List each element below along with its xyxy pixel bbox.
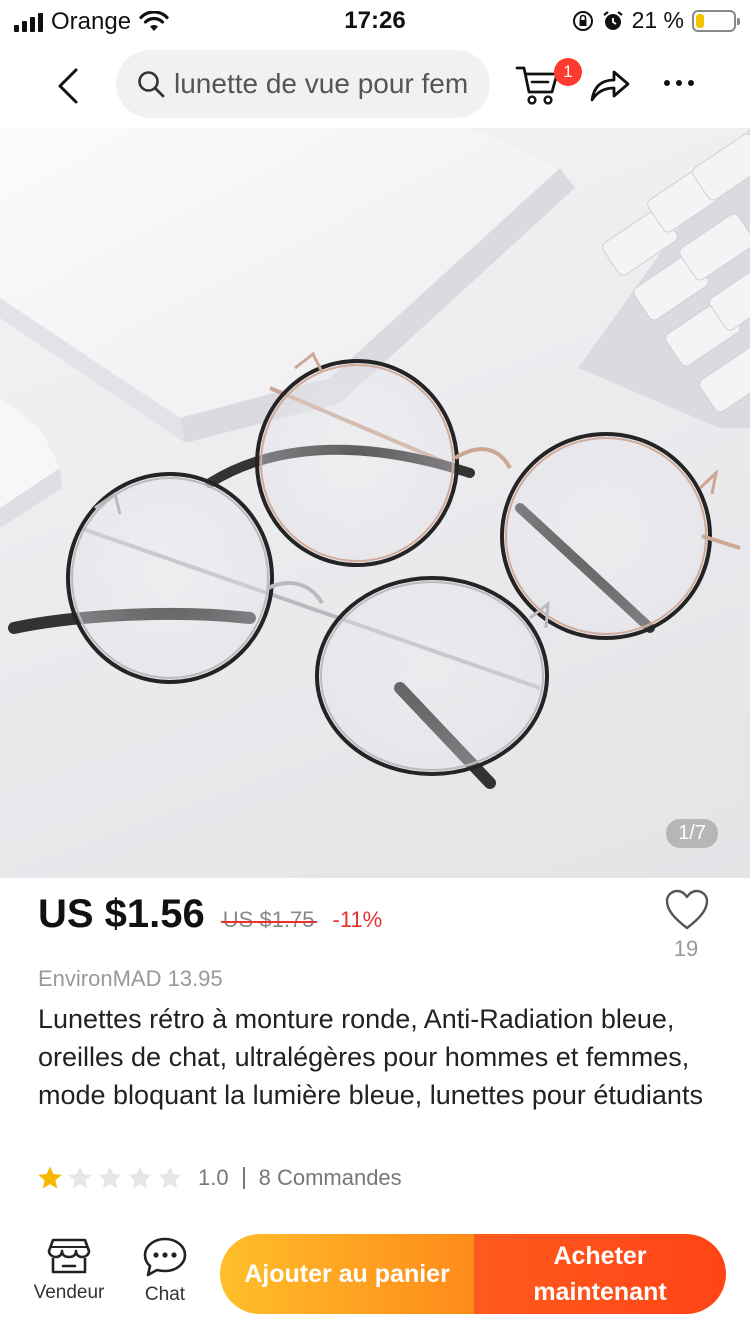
back-button[interactable] (48, 64, 88, 108)
store-icon (47, 1238, 91, 1274)
star-rating (36, 1164, 184, 1192)
rating-row[interactable]: 1.0 8 Commandes (36, 1164, 402, 1192)
cta-group: Ajouter au panier Acheter maintenant (220, 1234, 726, 1314)
more-dots-icon (664, 80, 670, 86)
battery-icon (692, 9, 740, 32)
bottom-action-bar: Vendeur Chat Ajouter au panier Acheter m… (0, 1226, 750, 1334)
star-filled-icon (38, 1166, 62, 1189)
share-icon (590, 70, 630, 102)
orders-count: 8 Commandes (258, 1165, 402, 1190)
status-bar: Orange 17:26 21 % (0, 0, 750, 44)
chat-bubble-icon (143, 1237, 187, 1277)
product-photo (0, 128, 750, 878)
wishlist-button[interactable] (664, 888, 710, 932)
original-price: US $1.75 (220, 907, 317, 932)
image-counter: 1/7 (666, 819, 718, 848)
orientation-lock-icon (572, 10, 593, 31)
store-name[interactable]: EnvironMAD 13.95 (38, 966, 223, 992)
chat-label: Chat (144, 1284, 186, 1305)
star-empty-icon (98, 1166, 122, 1189)
star-empty-icon (158, 1166, 182, 1189)
product-image-carousel[interactable]: 1/7 (0, 128, 750, 878)
share-button[interactable] (588, 66, 632, 106)
star-empty-icon (128, 1166, 152, 1189)
chat-button[interactable]: Chat (132, 1236, 198, 1318)
top-nav: 1 (0, 44, 750, 128)
star-empty-icon (68, 1166, 92, 1189)
price-row: US $1.56 US $1.75 -11% (38, 892, 382, 937)
battery-percent: 21 % (631, 7, 684, 33)
vendor-label: Vendeur (33, 1282, 105, 1303)
product-title: Lunettes rétro à monture ronde, Anti-Rad… (38, 1004, 703, 1110)
search-input[interactable] (174, 68, 484, 100)
battery-level (696, 13, 704, 28)
current-price: US $1.56 (38, 892, 205, 936)
separator (242, 1167, 245, 1189)
add-to-cart-button[interactable]: Ajouter au panier (220, 1234, 474, 1314)
search-icon (138, 71, 165, 98)
vendor-button[interactable]: Vendeur (24, 1236, 114, 1318)
alarm-icon (602, 10, 623, 30)
status-right: 21 % (572, 7, 740, 34)
search-bar[interactable] (116, 50, 490, 118)
cart-count-badge: 1 (554, 58, 582, 86)
rating-value: 1.0 (198, 1165, 229, 1190)
wishlist-count: 19 (673, 936, 699, 961)
discount-badge: -11% (332, 907, 383, 932)
buy-now-button[interactable]: Acheter maintenant (474, 1234, 726, 1314)
chevron-left-icon (58, 68, 78, 104)
more-options-button[interactable] (664, 68, 700, 98)
heart-icon (665, 889, 709, 930)
